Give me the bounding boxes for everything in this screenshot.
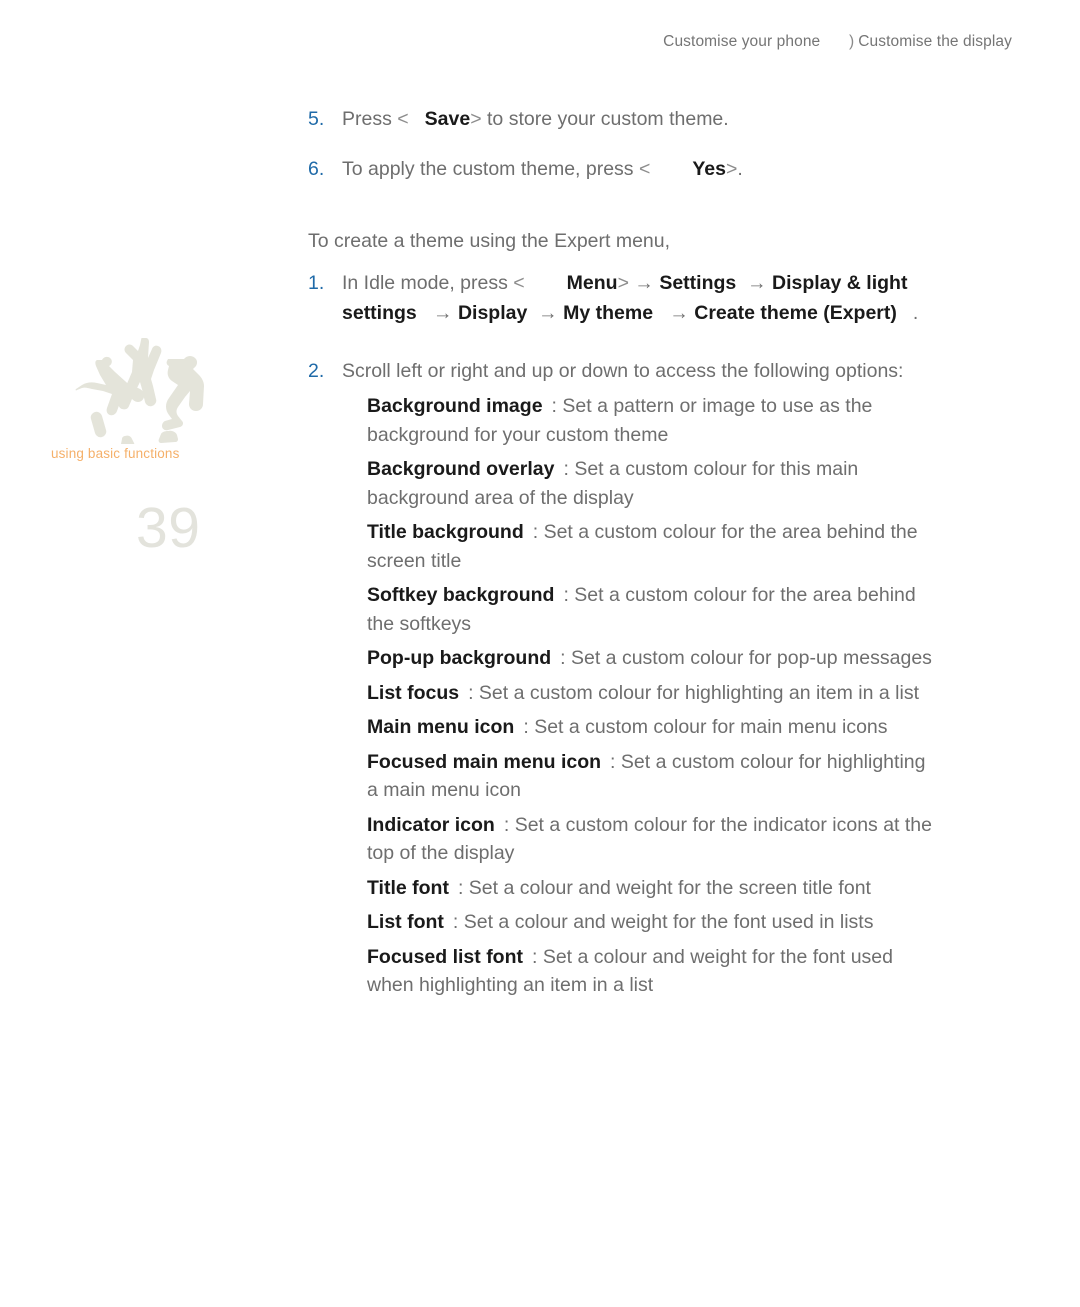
step-1: 1. In Idle mode, press < Menu> → Settings… [308, 268, 933, 328]
step-6-tail: . [737, 158, 743, 180]
list-item: Focused list font: Set a colour and weig… [367, 943, 933, 1000]
arrow-icon-5: → [669, 302, 689, 324]
option-description: : Set a custom colour for main menu icon… [523, 716, 888, 738]
margin-caption: using basic functions [51, 446, 180, 461]
step-6-close-bracket: > [726, 158, 738, 180]
header-section: Customise the display [858, 33, 1012, 50]
option-term: Pop-up background [367, 647, 552, 669]
option-term: Indicator icon [367, 813, 495, 836]
list-item: Focused main menu icon: Set a custom col… [367, 748, 933, 805]
header-separator-icon: ) [849, 33, 855, 50]
option-term: Title background [367, 521, 524, 543]
step-5: 5. Press < Save> to store your custom the… [308, 104, 933, 134]
breakdancers-silhouette-icon [72, 338, 208, 444]
step-1-text: In Idle mode, press < Menu> → Settings → … [342, 272, 918, 324]
manual-page: Customise your phone ) Customise the dis… [0, 0, 1080, 1307]
running-header: Customise your phone ) Customise the dis… [663, 33, 1012, 51]
step-5-close-bracket: > [470, 108, 482, 130]
page-number: 39 [136, 496, 201, 560]
option-term: Focused list font [367, 945, 523, 968]
step-1-intro: In Idle mode, press [342, 272, 514, 294]
step-2-text: Scroll left or right and up or down to a… [342, 360, 904, 382]
margin-column: using basic functions 39 [0, 0, 300, 1307]
option-term: Background overlay [367, 458, 555, 480]
list-item: Main menu icon : Set a custom colour for … [367, 713, 933, 742]
step-1-number: 1. [308, 272, 325, 294]
nav-menu-label: Menu [566, 272, 618, 294]
step-5-open-bracket: < [397, 108, 409, 130]
option-term: Title font [367, 876, 449, 899]
step-5-intro: Press [342, 108, 398, 130]
nav-create-theme-expert-label: Create theme (Expert) [694, 302, 897, 324]
step-2: 2. Scroll left or right and up or down t… [308, 356, 933, 386]
option-description: : Set a custom colour for pop-up message… [560, 647, 932, 669]
header-chapter: Customise your phone [663, 33, 821, 50]
arrow-icon-3: → [433, 302, 453, 324]
theme-options-list: Background image: Set a pattern or image… [367, 392, 933, 1000]
list-item: Indicator icon: Set a custom colour for … [367, 811, 933, 868]
step-6-softkey-label: Yes [692, 158, 726, 180]
option-term: Background image [367, 395, 543, 417]
step-6-open-bracket: < [638, 158, 651, 180]
option-term: List font [367, 911, 444, 933]
option-description: : Set a custom colour for highlighting a… [468, 681, 919, 704]
step-1-period: . [912, 302, 919, 324]
option-description: : Set a colour and weight for the screen… [457, 876, 871, 899]
step-5-softkey-label: Save [424, 108, 471, 130]
nav-display-label: Display [457, 302, 528, 324]
step-1-open-bracket: < [513, 272, 525, 294]
option-description: : Set a colour and weight for the font u… [452, 911, 874, 933]
nav-settings-label: Settings [659, 272, 737, 294]
list-item: Title background: Set a custom colour fo… [367, 518, 933, 575]
arrow-icon-2: → [747, 272, 767, 294]
list-item: Pop-up background : Set a custom colour f… [367, 644, 933, 673]
step-6: 6. To apply the custom theme, press < Yes… [308, 154, 933, 184]
list-item: Background image: Set a pattern or image… [367, 392, 933, 449]
content-column: 5. Press < Save> to store your custom the… [308, 104, 933, 1006]
step-6-intro: To apply the custom theme, press [342, 158, 639, 180]
step-6-number: 6. [308, 158, 325, 180]
list-item: List font : Set a colour and weight for t… [367, 908, 933, 937]
option-term: List focus [367, 681, 460, 704]
list-item: Softkey background: Set a custom colour … [367, 581, 933, 638]
option-term: Focused main menu icon [367, 750, 602, 773]
nav-my-theme-label: My theme [563, 302, 654, 324]
step-6-text: To apply the custom theme, press < Yes>. [342, 158, 743, 180]
option-term: Main menu icon [367, 716, 515, 738]
arrow-icon-1: → [634, 272, 654, 294]
option-term: Softkey background [367, 584, 555, 606]
arrow-icon-4: → [538, 302, 558, 324]
step-5-tail: to store your custom theme. [481, 108, 729, 130]
step-2-number: 2. [308, 360, 325, 382]
step-5-text: Press < Save> to store your custom theme. [342, 108, 729, 130]
list-item: Background overlay: Set a custom colour … [367, 455, 933, 512]
step-5-number: 5. [308, 108, 325, 130]
step-1-close-bracket: > [617, 272, 629, 294]
list-item: Title font : Set a colour and weight for … [367, 874, 933, 903]
list-item: List focus : Set a custom colour for high… [367, 679, 933, 708]
lead-in-paragraph: To create a theme using the Expert menu, [308, 230, 671, 252]
